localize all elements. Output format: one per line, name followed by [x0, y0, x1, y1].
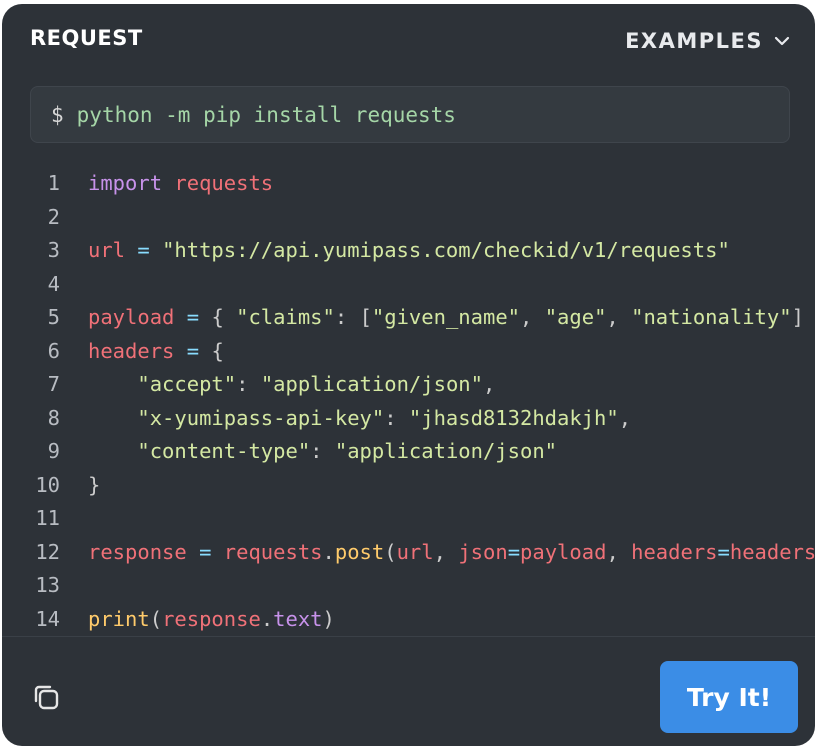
- code-line: 14 print(response.text): [2, 603, 815, 636]
- code-line: 13: [2, 569, 815, 603]
- install-command-box: $ python -m pip install requests: [30, 86, 790, 143]
- panel-footer: Try It!: [2, 636, 815, 746]
- line-number: 3: [47, 238, 60, 262]
- line-number: 1: [47, 171, 60, 195]
- examples-label: EXAMPLES: [625, 29, 763, 53]
- line-number: 5: [47, 305, 60, 329]
- panel-title: REQUEST: [30, 26, 143, 50]
- copy-icon[interactable]: [30, 681, 62, 713]
- line-number: 6: [47, 338, 60, 363]
- panel-header: REQUEST EXAMPLES: [2, 4, 815, 80]
- line-number: 13: [35, 573, 60, 597]
- code-text: response = requests.post(url, json=paylo…: [88, 539, 815, 564]
- shell-prompt: $: [51, 102, 64, 127]
- request-panel: REQUEST EXAMPLES $ python -m pip install…: [2, 4, 815, 746]
- line-number: 4: [47, 271, 60, 296]
- code-line: 5 payload = { "claims": ["given_name", "a…: [2, 301, 815, 335]
- line-number: 2: [47, 204, 60, 229]
- code-line: 11: [2, 502, 815, 536]
- code-line: 8 "x-yumipass-api-key": "jhasd8132hdakjh…: [2, 402, 815, 436]
- code-text: "content-type": "application/json": [137, 439, 558, 463]
- code-line: 9 "content-type": "application/json": [2, 435, 815, 469]
- code-text: }: [88, 472, 101, 497]
- code-text: url = "https://api.yumipass.com/checkid/…: [88, 238, 730, 262]
- code-text: import requests: [88, 171, 274, 195]
- install-command: python -m pip install requests: [76, 102, 456, 127]
- code-line: 10}: [2, 469, 815, 503]
- line-number: 12: [35, 539, 60, 564]
- code-line: 6 headers = {: [2, 335, 815, 369]
- chevron-down-icon: [774, 36, 790, 46]
- line-number: 7: [47, 372, 60, 396]
- line-number: 11: [35, 506, 60, 530]
- try-it-button[interactable]: Try It!: [660, 661, 798, 733]
- code-text: headers = {: [88, 338, 224, 363]
- line-number: 14: [35, 606, 60, 631]
- code-line: 12 response = requests.post(url, json=pay…: [2, 536, 815, 570]
- examples-dropdown[interactable]: EXAMPLES: [625, 24, 791, 58]
- code-text: print(response.text): [88, 606, 335, 631]
- code-line: 1 import requests: [2, 167, 815, 201]
- code-text: "accept": "application/json",: [137, 372, 496, 396]
- code-line: 2: [2, 201, 815, 235]
- line-number: 8: [47, 405, 60, 430]
- code-block: 1 import requests 2 3 url = "https://api.yum…: [2, 159, 815, 635]
- line-number: 9: [47, 439, 60, 463]
- line-number: 10: [35, 472, 60, 497]
- code-line: 7 "accept": "application/json",: [2, 368, 815, 402]
- code-text: payload = { "claims": ["given_name", "ag…: [88, 305, 804, 329]
- code-text: "x-yumipass-api-key": "jhasd8132hdakjh",: [137, 405, 632, 430]
- code-line: 4: [2, 268, 815, 302]
- code-line: 3 url = "https://api.yumipass.com/checkid…: [2, 234, 815, 268]
